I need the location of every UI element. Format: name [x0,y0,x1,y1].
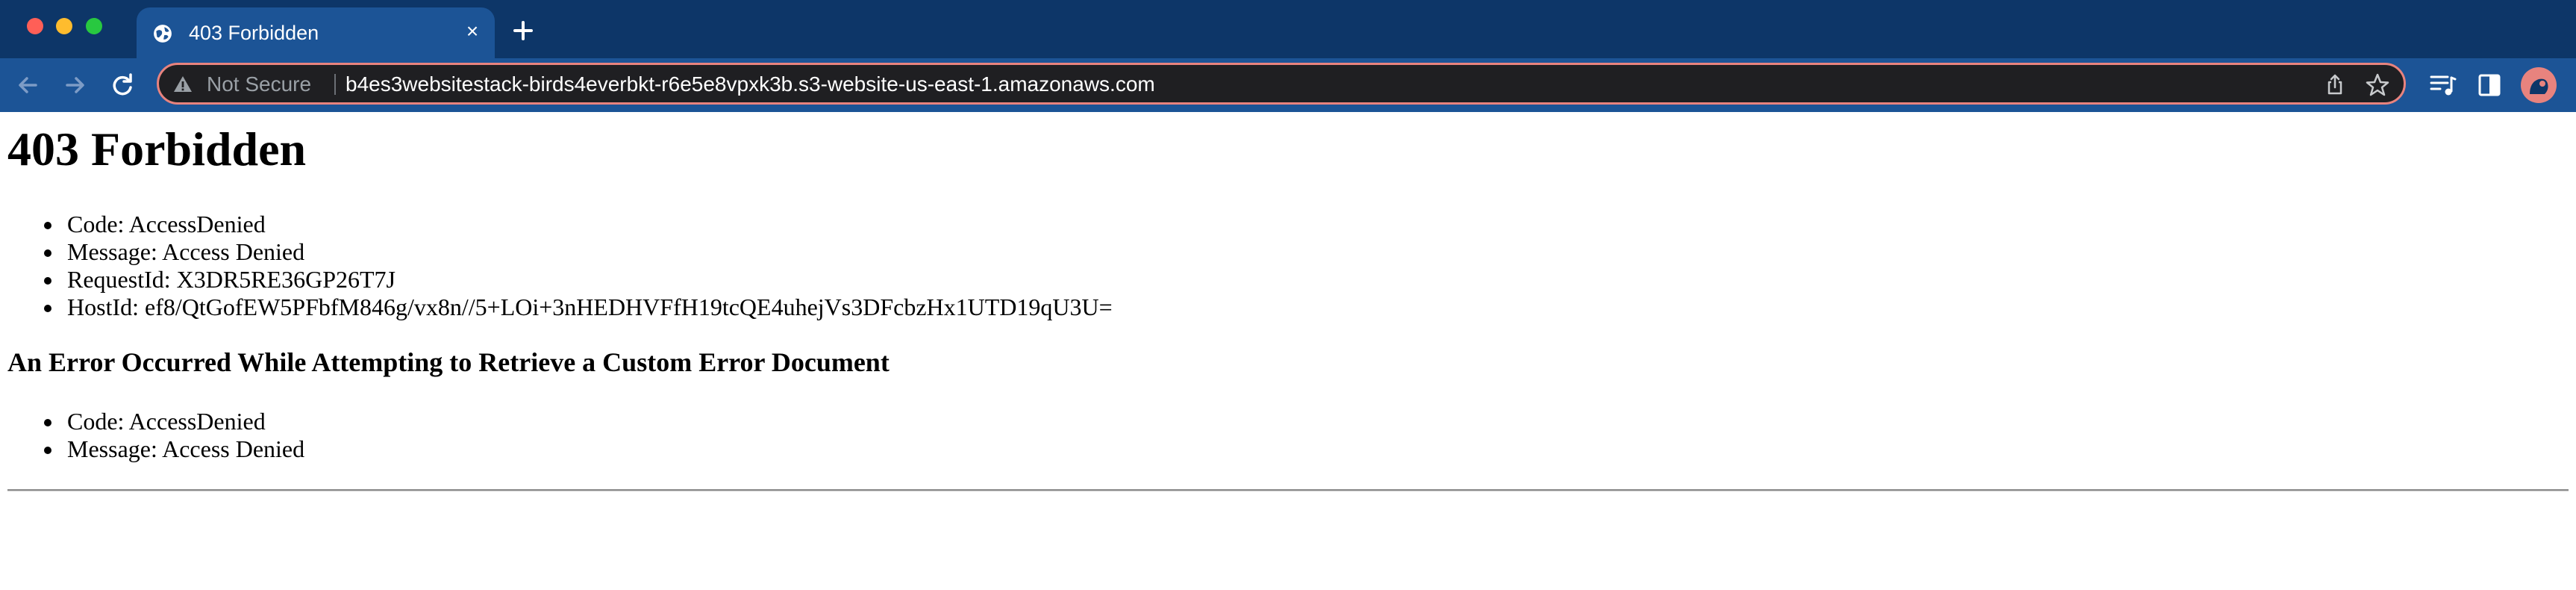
address-separator [334,74,336,95]
reload-icon[interactable] [104,67,140,103]
media-queue-icon[interactable] [2427,69,2460,102]
error-details-list: Code: AccessDenied Message: Access Denie… [7,211,1113,321]
request-id: RequestId: X3DR5RE36GP26T7J [7,266,1113,294]
star-icon[interactable] [2365,72,2390,98]
share-icon[interactable] [2323,72,2347,96]
custom-error-details-list: Code: AccessDenied Message: Access Denie… [7,408,304,463]
plus-icon[interactable] [504,12,543,49]
section-heading: An Error Occurred While Attempting to Re… [7,347,890,377]
warning-icon[interactable] [172,74,193,95]
window-close-button[interactable] [27,18,43,34]
address-bar[interactable]: Not Secure b4es3websitestack-birds4everb… [157,63,2406,105]
profile-avatar[interactable] [2521,67,2557,103]
error-message: Message: Access Denied [7,238,1113,266]
tab-active[interactable]: 403 Forbidden × [137,7,495,58]
window-minimize-button[interactable] [56,18,72,34]
host-id: HostId: ef8/QtGofEW5PFbfM846g/vx8n//5+LO… [7,294,1113,321]
side-panel-icon[interactable] [2473,69,2506,102]
browser-toolbar: Not Secure b4es3websitestack-birds4everb… [0,58,2576,112]
tab-strip: 403 Forbidden × [0,0,2576,58]
tab-close-button[interactable]: × [457,15,487,48]
arrow-right-icon[interactable] [57,67,93,103]
custom-error-message: Message: Access Denied [7,435,304,463]
error-code: Code: AccessDenied [7,211,1113,238]
arrow-left-icon[interactable] [10,67,46,103]
profile-icon [2530,78,2548,94]
custom-error-code: Code: AccessDenied [7,408,304,435]
page-title: 403 Forbidden [7,122,307,176]
globe-icon [154,25,172,43]
tab-title: 403 Forbidden [189,22,319,44]
url-text[interactable]: b4es3websitestack-birds4everbkt-r6e5e8vp… [346,71,1155,98]
divider [7,489,2569,491]
page-content: 403 Forbidden Code: AccessDenied Message… [7,112,2569,590]
security-label[interactable]: Not Secure [207,71,311,98]
window-zoom-button[interactable] [86,18,102,34]
